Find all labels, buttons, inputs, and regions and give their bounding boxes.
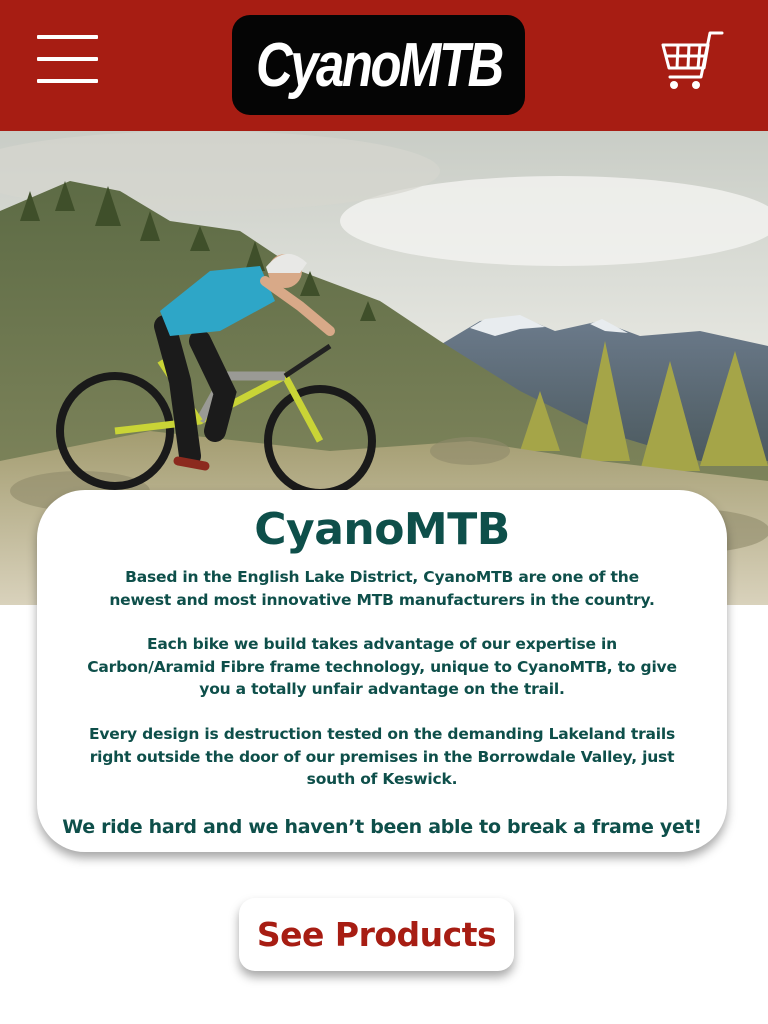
menu-bar <box>37 79 98 83</box>
intro-paragraph-3: Every design is destruction tested on th… <box>88 725 676 788</box>
site-header: CyanoMTB <box>0 0 768 131</box>
intro-card: CyanoMTB Based in the English Lake Distr… <box>37 490 727 852</box>
see-products-button[interactable]: See Products <box>239 898 514 971</box>
intro-tagline: We ride hard and we haven’t been able to… <box>62 816 702 838</box>
shopping-cart-icon[interactable] <box>660 30 724 92</box>
intro-paragraph-2: Each bike we build takes advantage of ou… <box>87 635 677 698</box>
intro-paragraph-1: Based in the English Lake District, Cyan… <box>109 568 655 609</box>
intro-title: CyanoMTB <box>254 504 510 555</box>
logo-text: CyanoMTB <box>255 30 504 100</box>
hamburger-menu-icon[interactable] <box>37 35 98 86</box>
menu-bar <box>37 57 98 61</box>
site-logo[interactable]: CyanoMTB <box>232 15 525 115</box>
menu-bar <box>37 35 98 39</box>
